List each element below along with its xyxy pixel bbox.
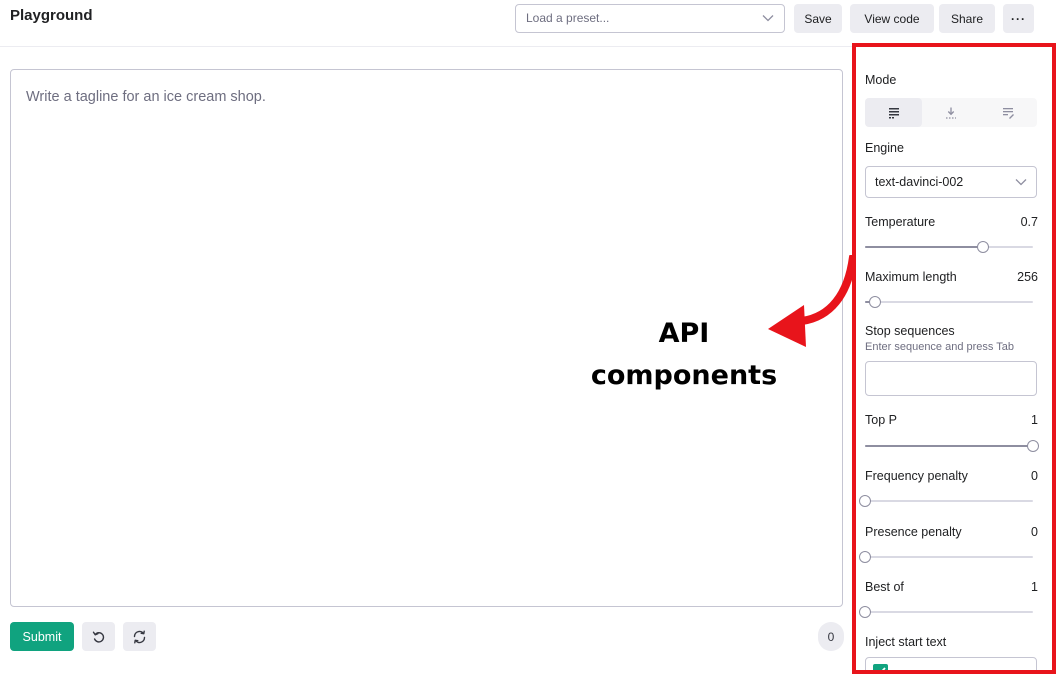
engine-label: Engine — [865, 141, 904, 155]
complete-icon — [888, 107, 899, 118]
maximum-length-value: 256 — [1017, 270, 1038, 284]
maximum-length-slider[interactable] — [865, 295, 1033, 309]
top-p-slider-thumb[interactable] — [1027, 440, 1039, 452]
frequency-penalty-slider-thumb[interactable] — [859, 495, 871, 507]
presence-penalty-slider-thumb[interactable] — [859, 551, 871, 563]
best-of-value: 1 — [1031, 580, 1038, 594]
header-divider — [0, 46, 852, 47]
undo-icon — [92, 631, 104, 643]
checkmark-icon — [881, 667, 886, 670]
stop-sequences-hint: Enter sequence and press Tab — [865, 341, 1015, 353]
maximum-length-label: Maximum length — [865, 270, 957, 284]
mode-edit-button[interactable] — [980, 98, 1037, 127]
regenerate-button[interactable] — [123, 622, 156, 651]
stop-sequences-input[interactable] — [865, 361, 1037, 396]
best-of-label: Best of — [865, 580, 904, 594]
presence-penalty-label: Presence penalty — [865, 525, 962, 539]
inject-start-text-checkbox[interactable] — [873, 664, 888, 670]
top-p-value: 1 — [1031, 413, 1038, 427]
preset-select[interactable]: Load a preset... — [515, 4, 785, 33]
annotation-line-2: components — [590, 360, 778, 391]
token-count: 0 — [818, 622, 844, 651]
mode-selector[interactable] — [865, 98, 1037, 127]
edit-icon — [1003, 107, 1015, 119]
frequency-penalty-value: 0 — [1031, 469, 1038, 483]
temperature-label: Temperature — [865, 215, 936, 229]
undo-button[interactable] — [82, 622, 115, 651]
mode-complete-button[interactable] — [865, 98, 923, 127]
engine-select[interactable]: text-davinci-002 — [865, 166, 1037, 198]
top-p-slider[interactable] — [865, 439, 1039, 453]
frequency-penalty-label: Frequency penalty — [865, 469, 968, 483]
chevron-down-icon — [1015, 179, 1027, 186]
maximum-length-slider-thumb[interactable] — [869, 296, 882, 308]
temperature-slider-thumb[interactable] — [976, 241, 989, 253]
temperature-slider[interactable] — [865, 240, 1033, 254]
more-options-button[interactable]: ··· — [1003, 4, 1034, 33]
settings-panel: Mode Engine text-davinci-002 Temperature… — [852, 43, 1056, 674]
temperature-value: 0.7 — [1020, 215, 1038, 229]
frequency-penalty-slider[interactable] — [859, 494, 1033, 508]
annotation-label: API components — [584, 313, 784, 397]
inject-start-text-field[interactable] — [865, 657, 1037, 670]
regenerate-icon — [133, 630, 146, 643]
top-p-label: Top P — [865, 413, 897, 427]
view-code-button[interactable]: View code — [850, 4, 934, 33]
presence-penalty-value: 0 — [1031, 525, 1038, 539]
stop-sequences-label: Stop sequences — [865, 324, 955, 338]
inject-start-text-label: Inject start text — [865, 635, 947, 649]
chevron-down-icon — [762, 15, 774, 22]
preset-placeholder: Load a preset... — [526, 11, 610, 25]
annotation-line-1: API — [658, 318, 710, 349]
annotation-arrow-icon — [768, 255, 856, 347]
best-of-slider-thumb[interactable] — [859, 606, 871, 618]
best-of-slider[interactable] — [859, 605, 1033, 619]
engine-value: text-davinci-002 — [875, 175, 964, 189]
presence-penalty-slider[interactable] — [859, 550, 1033, 564]
share-button[interactable]: Share — [939, 4, 995, 33]
prompt-text: Write a tagline for an ice cream shop. — [26, 89, 266, 105]
insert-icon — [945, 107, 956, 119]
submit-button[interactable]: Submit — [10, 622, 74, 651]
mode-label: Mode — [865, 73, 897, 87]
page-title: Playground — [10, 7, 93, 24]
mode-insert-button[interactable] — [922, 98, 979, 127]
save-button[interactable]: Save — [794, 4, 842, 33]
